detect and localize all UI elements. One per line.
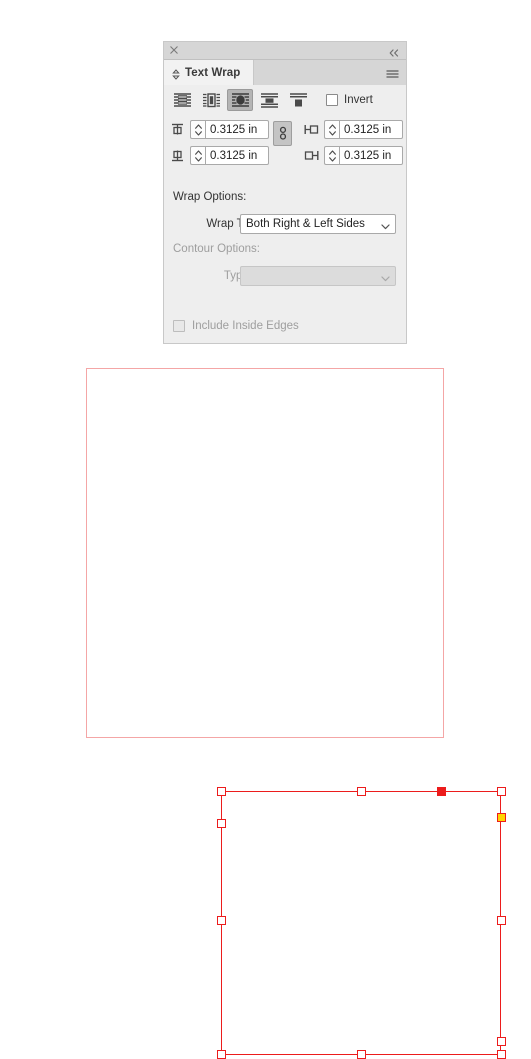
handle-bottom-left[interactable] [217,1050,226,1059]
chain-link-button[interactable] [273,121,292,146]
chevron-down-glyph [381,275,390,281]
wrap-mode-object-shape-button[interactable] [227,89,253,111]
handle-bottom-center[interactable] [357,1050,366,1059]
offset-right-glyph [304,151,319,160]
chain-link-broken-icon [279,126,286,140]
stepper-updown-icon [194,123,202,136]
wrap-mode-bounding-box-button[interactable] [198,89,224,111]
panel-menu-hamburger-icon[interactable] [386,67,399,78]
wrap-mode-no-text-wrap-button[interactable] [169,89,195,111]
collapse-double-chevron-icon[interactable] [388,45,400,57]
offset-bottom-icon [169,147,186,164]
text-wrap-panel: Text Wrap Invert 0.3125 in 0.3125 in 0.3… [163,41,407,344]
tab-text-wrap[interactable]: Text Wrap [164,60,255,85]
offset-top-input[interactable] [205,120,269,139]
handle-top-left[interactable] [217,787,226,796]
panel-tab-row: Text Wrap [164,60,406,85]
offset-bottom-field [169,146,269,165]
close-icon[interactable] [169,45,179,55]
offset-left-stepper[interactable] [324,120,339,139]
handle-top-right[interactable] [497,787,506,796]
handle-right-middle[interactable] [497,916,506,925]
handle-top-center[interactable] [357,787,366,796]
tab-text-wrap-label: Text Wrap [185,66,241,79]
offset-right-field [303,146,403,165]
handle-top-selected[interactable] [437,787,446,796]
handle-left-middle[interactable] [217,916,226,925]
document-page[interactable] [86,368,506,1059]
double-chevron-left-glyph [389,49,399,57]
offset-right-icon [303,147,320,164]
contour-type-select [240,266,396,286]
no-text-wrap-icon [173,92,191,107]
updown-arrows-glyph [172,69,180,80]
offset-right-stepper[interactable] [324,146,339,165]
chevron-down-glyph [381,223,390,229]
jump-object-icon [260,92,278,108]
wrap-to-value: Both Right & Left Sides [246,218,365,230]
offset-right-input[interactable] [339,146,403,165]
offset-top-icon [169,121,186,138]
handle-right-yellow[interactable] [497,813,506,822]
wrap-options-heading: Wrap Options: [173,191,247,203]
jump-next-column-icon [289,92,307,106]
wrap-bounding-box-icon [202,92,220,107]
wrap-to-select[interactable]: Both Right & Left Sides [240,214,396,234]
handle-right-lower[interactable] [497,1037,506,1046]
handle-left-upper[interactable] [217,819,226,828]
offset-top-glyph [172,123,183,135]
panel-body: Invert 0.3125 in 0.3125 in 0.3125 in 0.3… [164,85,406,343]
offset-bottom-input[interactable] [205,146,269,165]
offset-bottom-stepper[interactable] [190,146,205,165]
close-x-glyph [170,46,178,54]
offset-top-stepper[interactable] [190,120,205,139]
handle-bottom-right[interactable] [497,1050,506,1059]
offset-left-field [303,120,403,139]
include-inside-edges-label: Include Inside Edges [192,320,299,332]
invert-checkbox[interactable] [326,94,338,106]
contour-options-heading: Contour Options: [173,243,260,255]
include-inside-edges-checkbox [173,320,185,332]
wrap-mode-jump-next-column-button[interactable] [285,89,311,111]
wrap-mode-jump-object-button[interactable] [256,89,282,111]
stepper-updown-icon [194,149,202,162]
include-inside-edges-row: Include Inside Edges [173,320,299,332]
panel-titlebar [164,42,406,60]
chevron-down-icon [380,271,391,282]
selected-object-frame[interactable] [217,787,506,1059]
offset-bottom-glyph [172,150,183,162]
offset-top-field [169,120,269,139]
stepper-updown-icon [328,123,336,136]
hamburger-glyph [386,70,399,78]
stepper-updown-icon [328,149,336,162]
offset-left-glyph [304,125,319,134]
tab-updown-arrows-icon [172,67,180,80]
chevron-down-icon [380,219,391,230]
invert-checkbox-row[interactable]: Invert [326,94,373,106]
offset-left-icon [303,121,320,138]
wrap-object-shape-icon [231,92,249,107]
invert-label: Invert [344,94,373,106]
wrap-mode-toolbar: Invert [164,85,406,115]
offset-left-input[interactable] [339,120,403,139]
